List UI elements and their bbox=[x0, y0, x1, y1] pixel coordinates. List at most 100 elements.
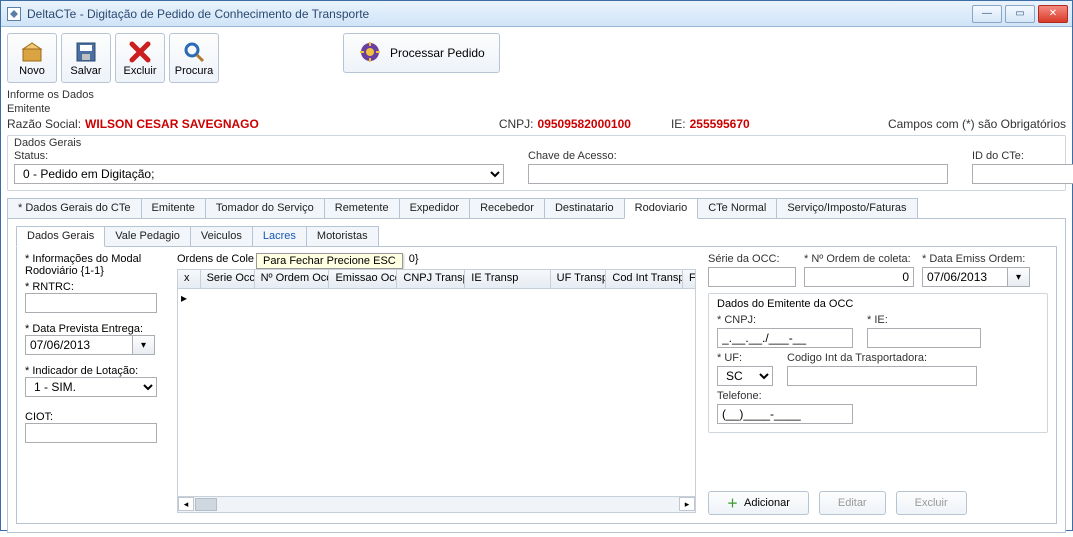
occ-tel-label: Telefone: bbox=[717, 390, 853, 402]
ciot-label: CIOT: bbox=[25, 411, 165, 423]
occ-ie-input[interactable] bbox=[867, 328, 981, 348]
procura-label: Procura bbox=[175, 65, 214, 77]
titlebar: DeltaCTe - Digitação de Pedido de Conhec… bbox=[1, 1, 1072, 27]
minimize-button[interactable]: — bbox=[972, 5, 1002, 23]
sub-dados-gerais-panel: * Informações do Modal Rodoviário {1-1} … bbox=[16, 247, 1057, 524]
data-prevista-calendar-button[interactable]: ▾ bbox=[133, 335, 155, 355]
calendar-icon: ▾ bbox=[1016, 272, 1021, 283]
procura-button[interactable]: Procura bbox=[169, 33, 219, 83]
data-emiss-input[interactable] bbox=[922, 267, 1008, 287]
gridcol-uf[interactable]: UF Transp bbox=[551, 270, 607, 288]
idcte-input[interactable] bbox=[972, 164, 1073, 184]
row-marker-icon: ▸ bbox=[181, 291, 187, 305]
sub-tabbar: Dados Gerais Vale Pedagio Veiculos Lacre… bbox=[16, 225, 1057, 247]
tab-emitente[interactable]: Emitente bbox=[141, 198, 206, 218]
razao-social-value: WILSON CESAR SAVEGNAGO bbox=[85, 117, 259, 131]
gridcol-serie[interactable]: Serie Occ bbox=[201, 270, 255, 288]
occ-cnpj-input[interactable] bbox=[717, 328, 853, 348]
occ-box-title: Dados do Emitente da OCC bbox=[717, 298, 1039, 310]
emitente-row: Razão Social: WILSON CESAR SAVEGNAGO CNP… bbox=[7, 117, 1066, 131]
scroll-thumb[interactable] bbox=[195, 498, 217, 511]
grid-title-b: 0} bbox=[409, 253, 419, 269]
gear-process-icon bbox=[358, 40, 382, 67]
occ-uf-select[interactable]: SC bbox=[717, 366, 773, 386]
tab-dados-gerais-cte[interactable]: * Dados Gerais do CTe bbox=[7, 198, 142, 218]
tab-destinatario[interactable]: Destinatario bbox=[544, 198, 625, 218]
data-prevista-input[interactable] bbox=[25, 335, 133, 355]
gridcol-x[interactable]: x bbox=[178, 270, 201, 288]
ie-value: 255595670 bbox=[690, 117, 750, 131]
novo-button[interactable]: Novo bbox=[7, 33, 57, 83]
rodoviario-panel: Dados Gerais Vale Pedagio Veiculos Lacre… bbox=[7, 219, 1066, 533]
tab-expedidor[interactable]: Expedidor bbox=[399, 198, 471, 218]
grid-body[interactable]: ▸ bbox=[177, 289, 696, 497]
tab-remetente[interactable]: Remetente bbox=[324, 198, 400, 218]
rntrc-input[interactable] bbox=[25, 293, 157, 313]
data-emiss-label: * Data Emiss Ordem: bbox=[922, 253, 1030, 265]
data-emiss-calendar-button[interactable]: ▾ bbox=[1008, 267, 1030, 287]
tab-cte-normal[interactable]: CTe Normal bbox=[697, 198, 777, 218]
subtab-motoristas[interactable]: Motoristas bbox=[306, 226, 379, 246]
subtab-lacres[interactable]: Lacres bbox=[252, 226, 307, 246]
processar-label: Processar Pedido bbox=[390, 46, 485, 60]
razao-social-label: Razão Social: bbox=[7, 117, 81, 131]
gridcol-ie[interactable]: IE Transp bbox=[465, 270, 550, 288]
main-tabbar: * Dados Gerais do CTe Emitente Tomador d… bbox=[7, 197, 1066, 219]
editar-button[interactable]: Editar bbox=[819, 491, 886, 515]
informe-label: Informe os Dados bbox=[7, 89, 1066, 101]
subtab-veiculos[interactable]: Veiculos bbox=[190, 226, 253, 246]
dados-gerais-group: Dados Gerais Status: 0 - Pedido em Digit… bbox=[7, 135, 1066, 191]
excluir-button[interactable]: Excluir bbox=[115, 33, 165, 83]
tab-recebedor[interactable]: Recebedor bbox=[469, 198, 545, 218]
ind-lotacao-label: * Indicador de Lotação: bbox=[25, 365, 165, 377]
ciot-input[interactable] bbox=[25, 423, 157, 443]
subtab-vale-pedagio[interactable]: Vale Pedagio bbox=[104, 226, 191, 246]
tab-rodoviario[interactable]: Rodoviario bbox=[624, 198, 699, 219]
floppy-icon bbox=[73, 39, 99, 65]
close-button[interactable]: ✕ bbox=[1038, 5, 1068, 23]
gridcol-nordem[interactable]: Nº Ordem Occ bbox=[255, 270, 330, 288]
occ-emitente-box: Dados do Emitente da OCC * CNPJ: * IE: bbox=[708, 293, 1048, 433]
nordem-label: * Nº Ordem de coleta: bbox=[804, 253, 914, 265]
occ-uf-label: * UF: bbox=[717, 352, 773, 364]
grid-hscroll[interactable]: ◂ ▸ bbox=[177, 497, 696, 513]
salvar-button[interactable]: Salvar bbox=[61, 33, 111, 83]
excluir-occ-button[interactable]: Excluir bbox=[896, 491, 967, 515]
tab-tomador[interactable]: Tomador do Serviço bbox=[205, 198, 325, 218]
gridcol-cnpj[interactable]: CNPJ Transp bbox=[397, 270, 465, 288]
nordem-input[interactable] bbox=[804, 267, 914, 287]
status-label: Status: bbox=[14, 150, 504, 162]
occ-codint-input[interactable] bbox=[787, 366, 977, 386]
obrigatorios-note: Campos com (*) são Obrigatórios bbox=[888, 117, 1066, 131]
scroll-left-button[interactable]: ◂ bbox=[178, 497, 194, 511]
window-title: DeltaCTe - Digitação de Pedido de Conhec… bbox=[27, 7, 369, 21]
main-toolbar: Novo Salvar Excluir Procura Processar Pe… bbox=[7, 31, 1066, 87]
app-icon bbox=[7, 7, 21, 21]
gridcol-codint[interactable]: Cod Int Transp bbox=[606, 270, 683, 288]
scroll-right-button[interactable]: ▸ bbox=[679, 497, 695, 511]
novo-label: Novo bbox=[19, 65, 45, 77]
calendar-icon: ▾ bbox=[141, 340, 146, 351]
serie-occ-label: Série da OCC: bbox=[708, 253, 796, 265]
subtab-dados-gerais[interactable]: Dados Gerais bbox=[16, 226, 105, 247]
occ-tel-input[interactable] bbox=[717, 404, 853, 424]
processar-pedido-button[interactable]: Processar Pedido bbox=[343, 33, 500, 73]
gridcol-for[interactable]: For bbox=[683, 270, 695, 288]
gridcol-emissao[interactable]: Emissao Occ bbox=[329, 270, 397, 288]
occ-cnpj-label: * CNPJ: bbox=[717, 314, 853, 326]
chave-acesso-input[interactable] bbox=[528, 164, 948, 184]
status-select[interactable]: 0 - Pedido em Digitação; bbox=[14, 164, 504, 184]
search-icon bbox=[181, 39, 207, 65]
modal-info-title: * Informações do Modal Rodoviário {1-1} bbox=[25, 253, 165, 277]
cnpj-label: CNPJ: bbox=[499, 117, 534, 131]
serie-occ-input[interactable] bbox=[708, 267, 796, 287]
excluir-label: Excluir bbox=[123, 65, 156, 77]
emitente-label: Emitente bbox=[7, 103, 1066, 115]
idcte-label: ID do CTe: bbox=[972, 150, 1073, 162]
ind-lotacao-select[interactable]: 1 - SIM. bbox=[25, 377, 157, 397]
maximize-button[interactable]: ▭ bbox=[1005, 5, 1035, 23]
adicionar-button[interactable]: ＋ Adicionar bbox=[708, 491, 809, 515]
rntrc-label: * RNTRC: bbox=[25, 281, 165, 293]
tab-servico-imposto[interactable]: Serviço/Imposto/Faturas bbox=[776, 198, 917, 218]
data-prevista-label: * Data Prevista Entrega: bbox=[25, 323, 165, 335]
